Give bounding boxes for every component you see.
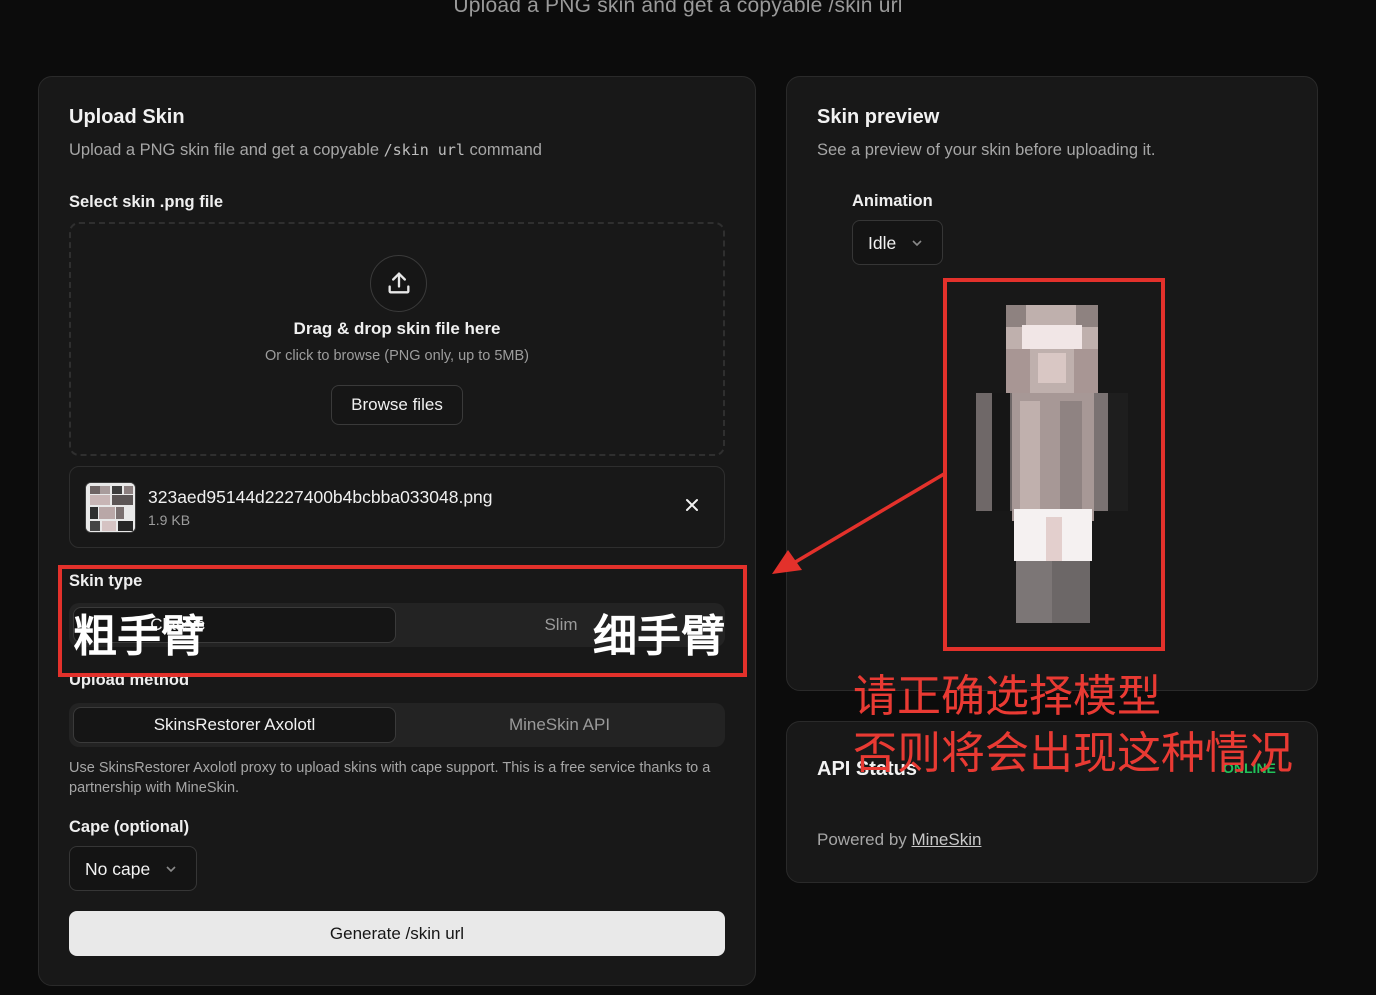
desc-text: Upload a PNG skin file and get a copyabl… [69, 141, 380, 159]
cape-select-value: No cape [85, 859, 151, 879]
slim-annotation: 细手臂 [593, 611, 725, 662]
skin-file-thumbnail [85, 482, 136, 533]
animation-label: Animation [852, 192, 933, 210]
upload-icon [370, 255, 427, 312]
desc-code: /skin url [383, 141, 465, 159]
warning-line-2: 否则将会出现这种情况 [853, 728, 1293, 779]
dropzone-title: Drag & drop skin file here [293, 319, 501, 338]
cape-label: Cape (optional) [69, 818, 190, 836]
generate-skin-url-button[interactable]: Generate /skin url [69, 911, 725, 956]
chevron-down-icon [912, 240, 922, 247]
powered-by-text: Powered by [817, 830, 907, 849]
browse-files-button[interactable]: Browse files [331, 385, 463, 425]
close-icon[interactable] [682, 495, 702, 515]
powered-by: Powered by MineSkin [817, 830, 981, 850]
warning-line-1: 请正确选择模型 [853, 671, 1161, 722]
preview-highlight [943, 278, 1165, 651]
cape-select[interactable]: No cape [69, 846, 197, 891]
animation-select[interactable]: Idle [852, 220, 943, 265]
card-title: Skin preview [817, 106, 940, 128]
selected-file: 323aed95144d2227400b4bcbba033048.png 1.9… [69, 466, 725, 548]
upload-skin-card: Upload Skin Upload a PNG skin file and g… [38, 76, 756, 986]
upload-method-selector: SkinsRestorer Axolotl MineSkin API [69, 703, 725, 747]
card-description: See a preview of your skin before upload… [817, 141, 1156, 159]
card-title: Upload Skin [69, 106, 185, 128]
upload-method-mineskin[interactable]: MineSkin API [398, 707, 721, 743]
chevron-down-icon [166, 866, 176, 873]
card-description: Upload a PNG skin file and get a copyabl… [69, 141, 542, 160]
upload-method-help: Use SkinsRestorer Axolotl proxy to uploa… [69, 760, 711, 796]
arrow-icon [772, 472, 945, 574]
desc-text-end: command [469, 141, 542, 159]
file-size: 1.9 KB [148, 512, 191, 528]
page-subtitle: Upload a PNG skin and get a copyable /sk… [453, 0, 903, 17]
mineskin-link[interactable]: MineSkin [912, 830, 982, 849]
animation-select-value: Idle [868, 233, 897, 253]
file-name: 323aed95144d2227400b4bcbba033048.png [148, 487, 493, 507]
upload-method-axolotl[interactable]: SkinsRestorer Axolotl [73, 707, 396, 743]
file-dropzone[interactable]: Drag & drop skin file here Or click to b… [69, 222, 725, 456]
file-select-label: Select skin .png file [69, 193, 224, 211]
classic-annotation: 粗手臂 [73, 611, 205, 662]
dropzone-subtitle: Or click to browse (PNG only, up to 5MB) [264, 348, 530, 364]
